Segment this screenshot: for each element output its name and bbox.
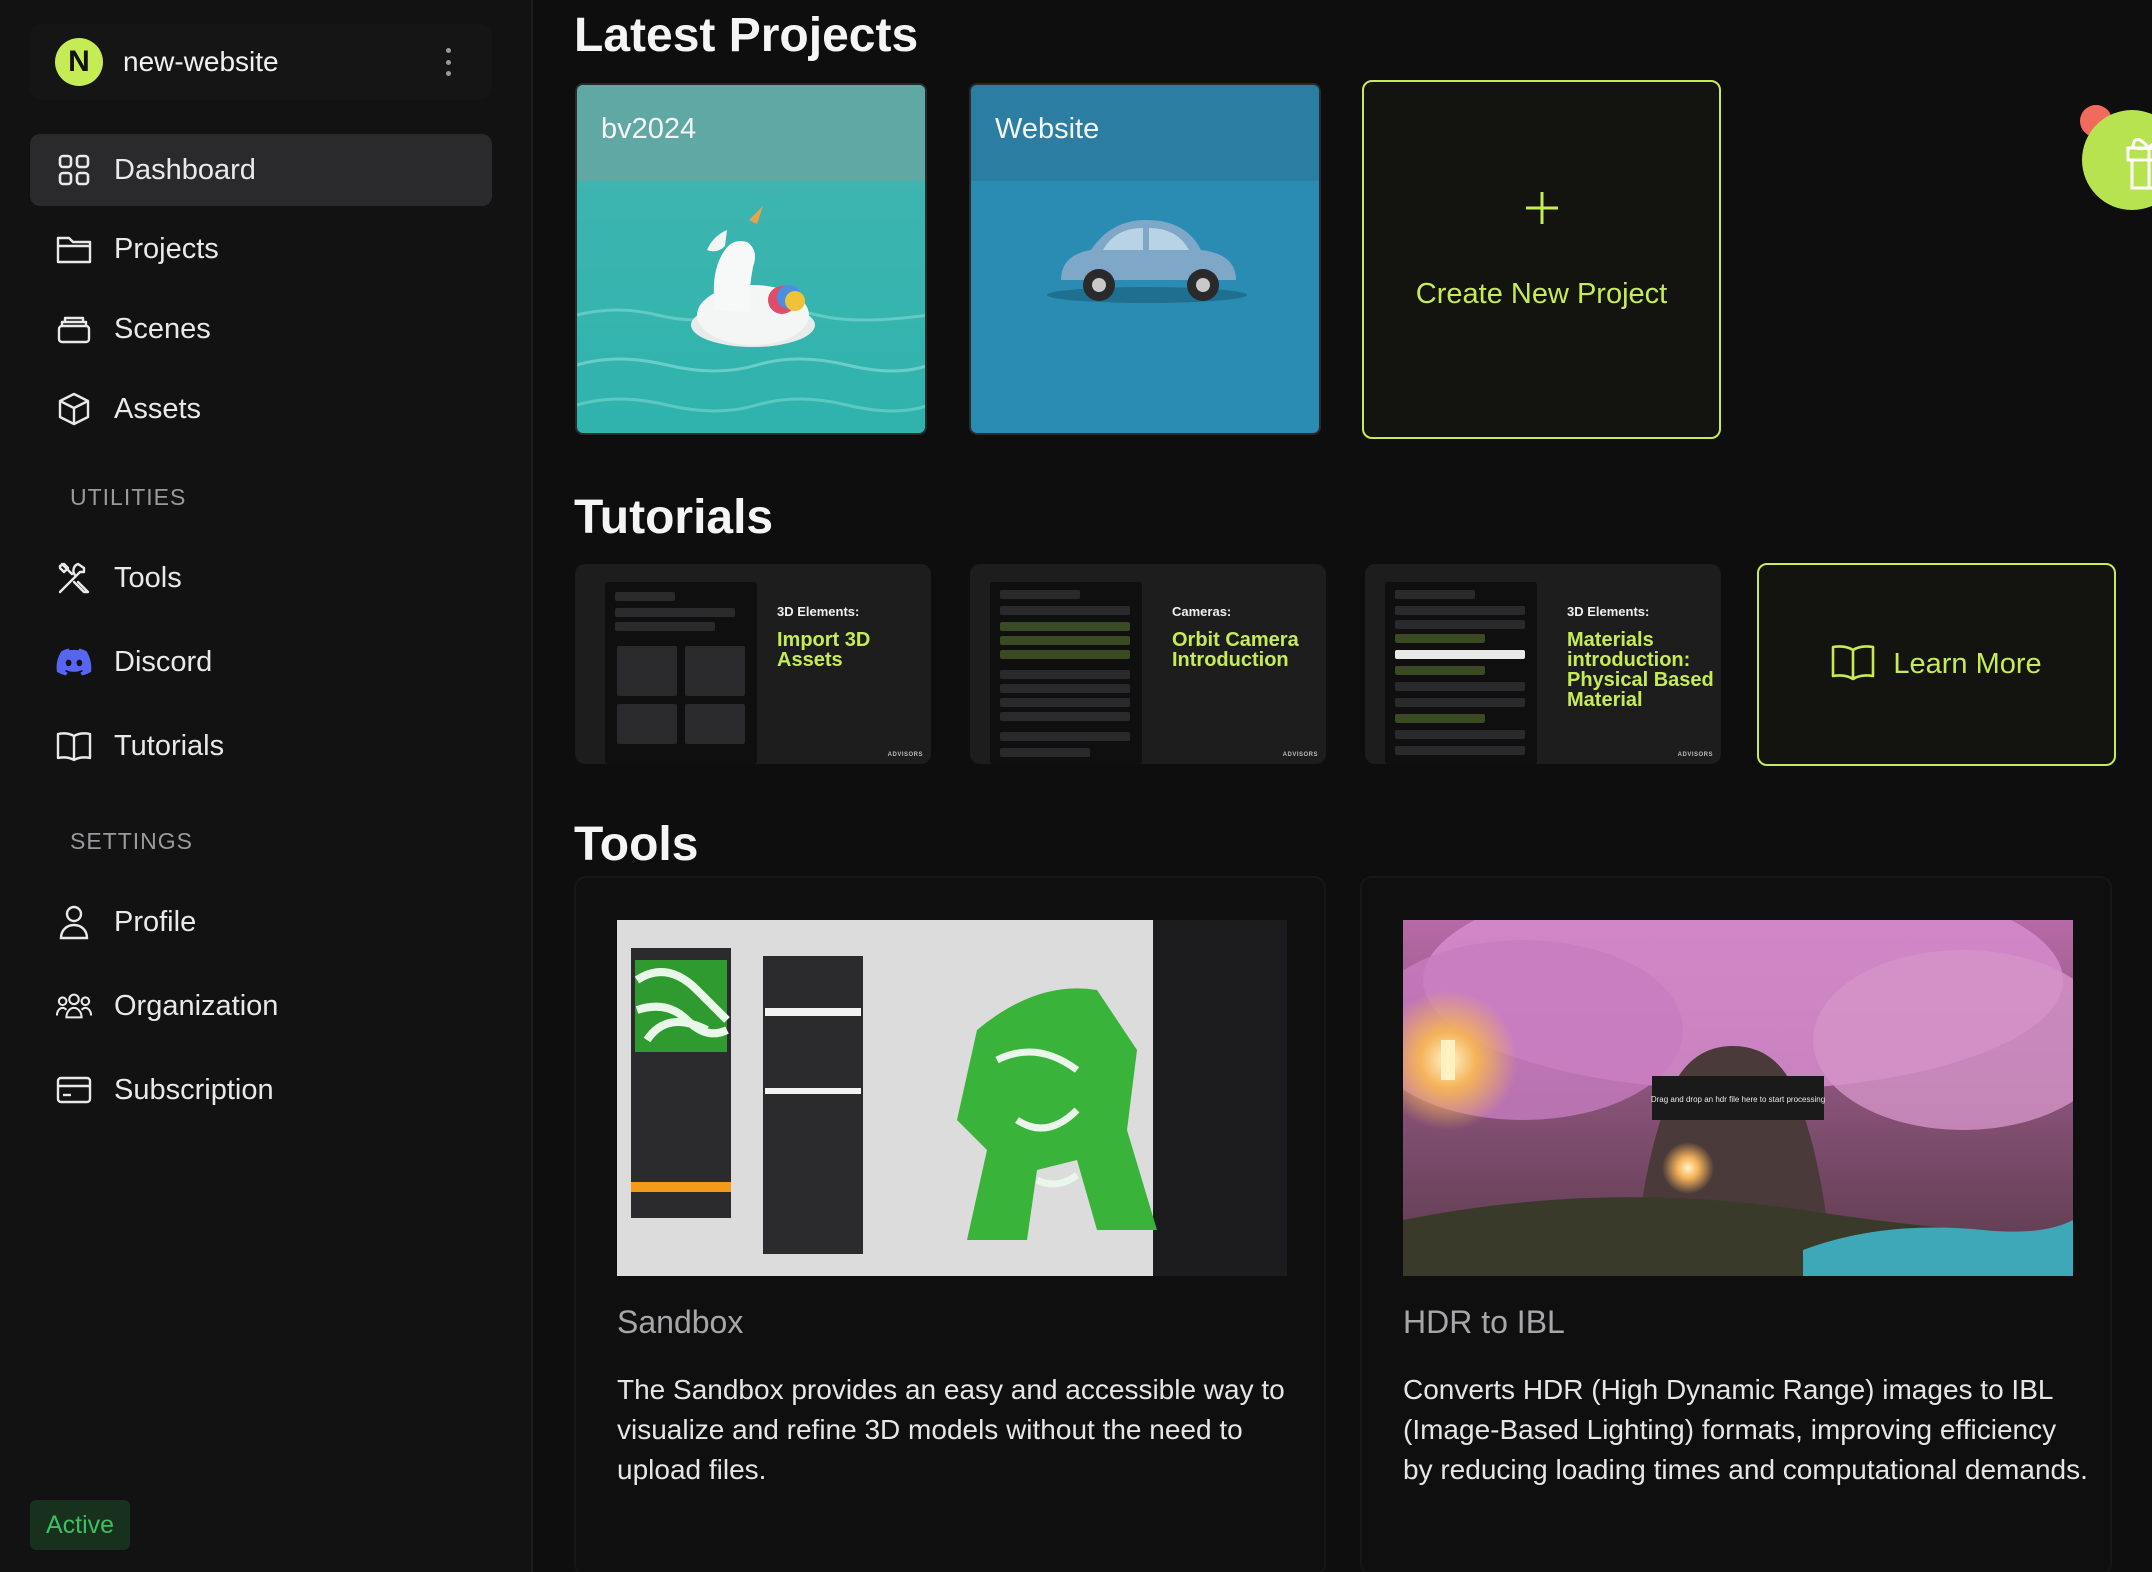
sidebar-item-label: Assets [114,392,202,425]
sidebar-item-profile[interactable]: Profile [30,886,492,958]
tutorial-thumbnail-panel [990,582,1142,764]
sidebar-item-label: Tutorials [114,729,225,762]
workspace-name: new-website [123,46,279,77]
section-label-settings: SETTINGS [70,828,194,854]
section-title-latest-projects: Latest Projects [574,9,919,62]
sidebar-item-label: Organization [114,989,279,1022]
sidebar-item-scenes[interactable]: Scenes [30,293,492,365]
cube-icon [56,391,92,427]
tutorial-title: Import 3D Assets [777,629,871,671]
tutorial-brand: ADVISORS [887,752,923,758]
create-new-project-label: Create New Project [1415,278,1668,310]
sidebar-item-label: Scenes [114,312,211,345]
workspace-switcher[interactable]: N new-website [30,24,492,100]
project-title: bv2024 [601,113,697,145]
tutorial-thumbnail-panel [605,582,757,764]
create-new-project-button[interactable]: Create New Project [1362,80,1721,439]
project-card-bv2024[interactable]: bv2024 [575,83,927,435]
sidebar-item-assets[interactable]: Assets [30,373,492,445]
grid-icon [56,152,92,188]
tutorial-brand: ADVISORS [1282,752,1318,758]
workspace-avatar: N [55,38,103,86]
tutorial-thumbnail-panel [1385,582,1537,764]
tutorial-category: 3D Elements: [1567,604,1650,619]
tool-card-sandbox[interactable]: Sandbox The Sandbox provides an easy and… [574,876,1326,1572]
sidebar-item-label: Dashboard [114,153,256,186]
tool-name: Sandbox [617,1304,744,1340]
sidebar-item-label: Discord [114,645,213,678]
tutorial-title: Orbit Camera Introduction [1172,629,1299,671]
hdr-overlay-text: Drag and drop an hdr file here to start … [1651,1095,1825,1104]
tutorial-category: Cameras: [1172,604,1232,619]
tools-icon [56,560,92,596]
status-badge: Active [30,1500,131,1550]
sidebar-item-projects[interactable]: Projects [30,213,492,285]
tutorial-category: 3D Elements: [777,604,860,619]
user-icon [56,904,92,940]
tool-description: Converts HDR (High Dynamic Range) images… [1403,1374,2088,1485]
sidebar-item-tutorials[interactable]: Tutorials [30,710,492,782]
tool-name: HDR to IBL [1403,1304,1565,1340]
tutorial-brand: ADVISORS [1677,752,1713,758]
discord-icon [56,644,92,680]
credit-card-icon [56,1072,92,1108]
plus-icon [1522,178,1562,238]
tutorial-card-materials-introduction[interactable]: 3D Elements: Materials introduction: Phy… [1365,564,1721,764]
sidebar-item-subscription[interactable]: Subscription [30,1054,492,1126]
sidebar-item-discord[interactable]: Discord [30,626,492,698]
sidebar-item-dashboard[interactable]: Dashboard [30,134,492,206]
sidebar-item-label: Projects [114,232,219,265]
sidebar-item-organization[interactable]: Organization [30,970,492,1042]
tutorial-card-import-3d-assets[interactable]: 3D Elements: Import 3D Assets ADVISORS [575,564,931,764]
book-icon [56,728,92,764]
project-card-website[interactable]: Website [969,83,1321,435]
more-vertical-icon[interactable] [444,48,452,76]
sidebar: N new-website Dashboard Projects Scenes … [0,0,533,1572]
tool-description: The Sandbox provides an easy and accessi… [617,1374,1285,1485]
tutorial-title: Materials introduction: Physical Based M… [1567,629,1714,711]
book-icon [1831,643,1875,686]
learn-more-label: Learn More [1893,648,2042,680]
layers-icon [56,311,92,347]
tool-card-hdr-to-ibl[interactable]: Drag and drop an hdr file here to start … [1360,876,2112,1572]
sandbox-preview-image [617,920,1287,1276]
sidebar-item-label: Subscription [114,1073,274,1106]
team-icon [56,988,92,1024]
section-label-utilities: UTILITIES [70,484,187,510]
tutorial-card-orbit-camera[interactable]: Cameras: Orbit Camera Introduction ADVIS… [970,564,1326,764]
learn-more-button[interactable]: Learn More [1757,563,2116,766]
section-title-tutorials: Tutorials [574,491,774,544]
folder-icon [56,231,92,267]
section-title-tools: Tools [574,818,699,871]
sidebar-item-label: Profile [114,905,197,938]
sidebar-item-label: Tools [114,561,182,594]
project-title: Website [995,113,1100,145]
sidebar-item-tools[interactable]: Tools [30,542,492,614]
hdr-preview-image: Drag and drop an hdr file here to start … [1403,920,2073,1276]
